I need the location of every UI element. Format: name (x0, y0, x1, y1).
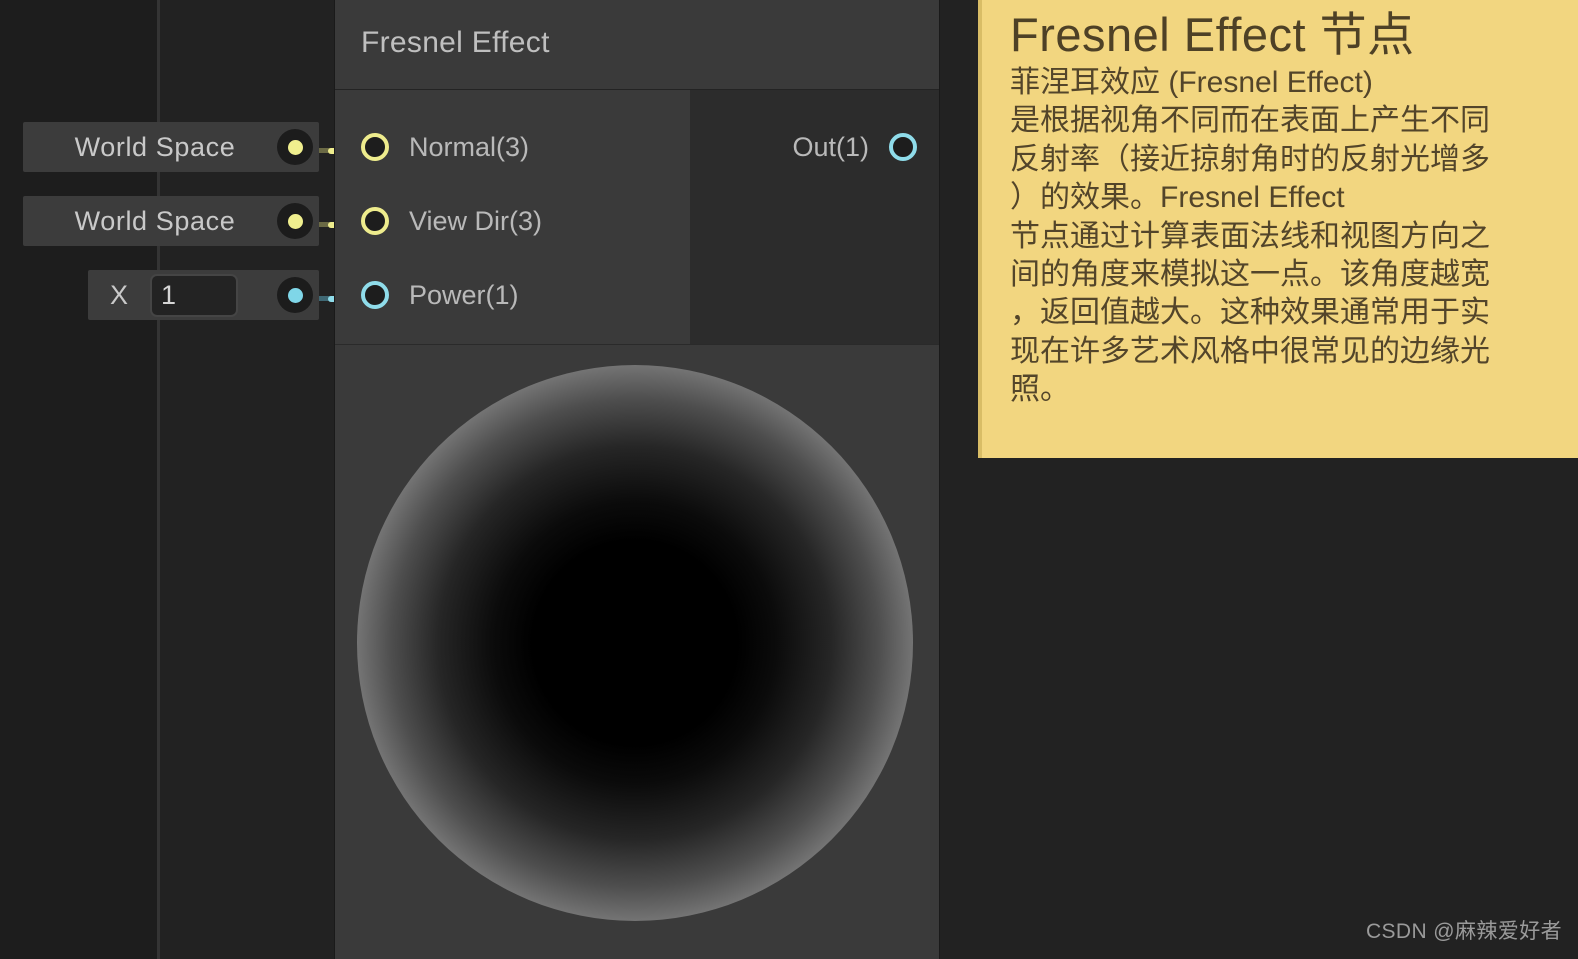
annotation-title: Fresnel Effect 节点 (1010, 8, 1415, 61)
fresnel-effect-node[interactable]: Fresnel Effect Normal(3) View Dir(3) Pow… (335, 0, 939, 959)
property-node-viewdir-space[interactable]: World Space (23, 196, 319, 246)
port-dot-icon (287, 139, 303, 155)
annotation-card: Fresnel Effect 节点 菲涅耳效应 (Fresnel Effect)… (978, 0, 1578, 458)
annotation-body: 菲涅耳效应 (Fresnel Effect) 是根据视角不同而在表面上产生不同 … (1010, 66, 1490, 407)
input-port-power-label: Power(1) (409, 279, 519, 310)
input-port-power-icon[interactable] (361, 281, 389, 309)
input-port-normal-icon[interactable] (361, 133, 389, 161)
output-port-out-label: Out(1) (792, 131, 869, 162)
property-node-normal-space[interactable]: World Space (23, 122, 319, 172)
node-ports-section: Normal(3) View Dir(3) Power(1) Out(1) (335, 90, 939, 344)
input-port-viewdir-icon[interactable] (361, 207, 389, 235)
output-port-out-icon[interactable] (889, 133, 917, 161)
node-header[interactable]: Fresnel Effect (335, 0, 939, 90)
property-node-normal-space-port[interactable] (277, 129, 313, 165)
property-node-viewdir-space-label: World Space (74, 205, 236, 236)
node-output-out[interactable]: Out(1) (690, 110, 939, 184)
node-outputs-column: Out(1) (690, 90, 939, 344)
node-title: Fresnel Effect (361, 25, 550, 59)
shader-graph-canvas: World Space World Space X 1 Fresnel Effe… (0, 0, 1578, 959)
watermark: CSDN @麻辣爱好者 (1365, 920, 1562, 943)
port-dot-icon (287, 213, 303, 229)
preview-sphere (357, 365, 913, 921)
property-node-viewdir-space-port[interactable] (277, 203, 313, 239)
port-dot-icon (287, 287, 303, 303)
vector-node-axis-label: X (109, 279, 128, 310)
input-port-normal-label: Normal(3) (409, 131, 530, 162)
vector-node-value-input[interactable]: 1 (150, 273, 238, 317)
node-preview-section[interactable] (335, 344, 939, 959)
input-port-viewdir-label: View Dir(3) (409, 205, 543, 236)
vector-node-power[interactable]: X 1 (88, 270, 319, 320)
node-inputs-column: Normal(3) View Dir(3) Power(1) (335, 90, 690, 344)
vector-node-power-port[interactable] (277, 277, 313, 313)
property-node-normal-space-label: World Space (74, 131, 236, 162)
node-input-viewdir[interactable]: View Dir(3) (335, 184, 690, 258)
node-input-normal[interactable]: Normal(3) (335, 110, 690, 184)
node-input-power[interactable]: Power(1) (335, 258, 690, 332)
